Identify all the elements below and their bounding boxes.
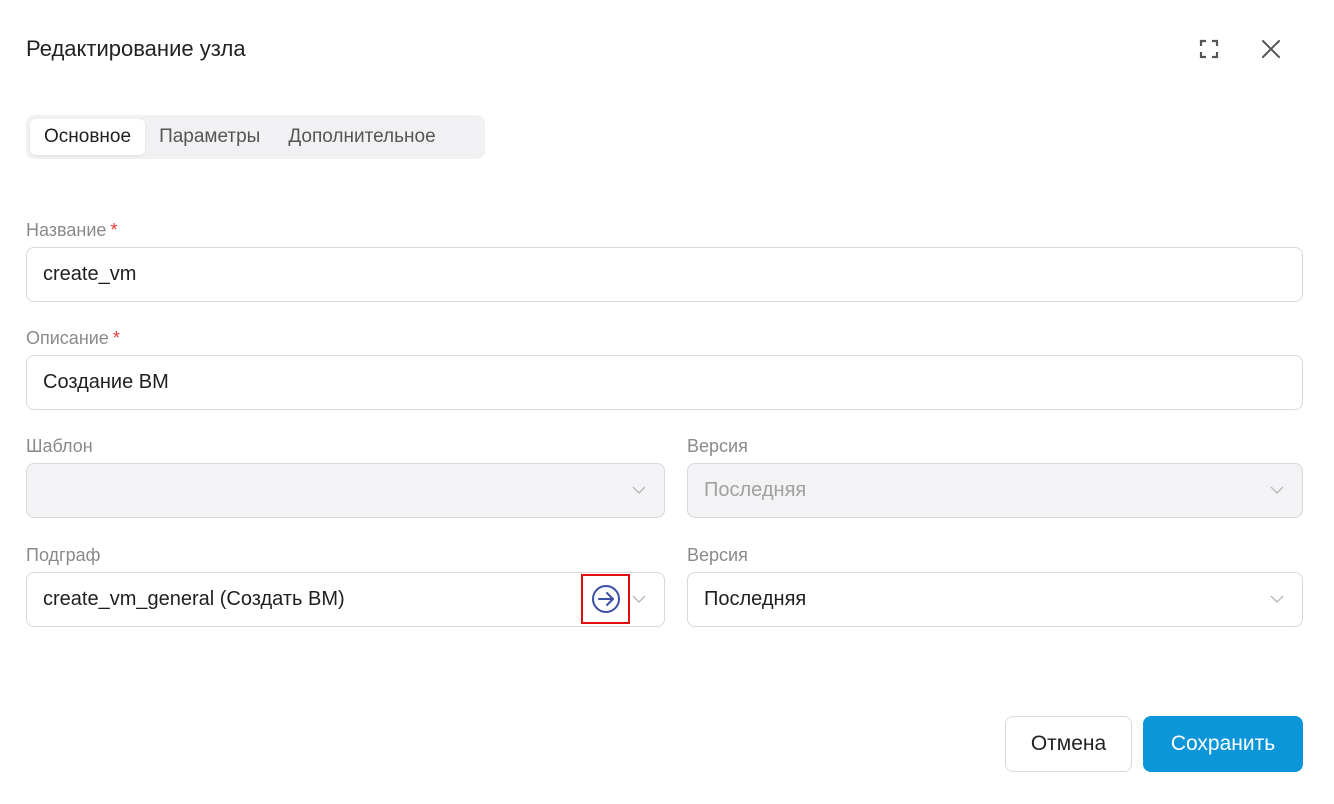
template-version-value: Последняя [704, 479, 807, 501]
description-label: Описание * [26, 328, 120, 349]
required-mark: * [112, 328, 120, 348]
subgraph-select[interactable]: create_vm_general (Создать ВМ) [26, 572, 665, 627]
required-mark: * [110, 220, 118, 240]
name-input[interactable]: create_vm [26, 247, 1303, 302]
description-input-value: Создание ВМ [43, 371, 169, 393]
name-label-text: Название [26, 220, 107, 240]
description-label-text: Описание [26, 328, 109, 348]
template-select [26, 463, 665, 518]
cancel-button[interactable]: Отмена [1005, 716, 1132, 772]
chevron-down-icon [1270, 595, 1284, 603]
open-subgraph-button[interactable] [581, 574, 630, 624]
subgraph-version-label: Версия [687, 545, 748, 565]
tab-additional[interactable]: Дополнительное [274, 119, 449, 155]
close-icon [1262, 40, 1280, 58]
save-button[interactable]: Сохранить [1143, 716, 1303, 772]
subgraph-label: Подграф [26, 545, 101, 565]
template-label: Шаблон [26, 436, 93, 456]
subgraph-version-select[interactable]: Последняя [687, 572, 1303, 627]
chevron-down-icon [632, 486, 646, 494]
tab-main[interactable]: Основное [30, 119, 146, 155]
expand-icon [1199, 39, 1219, 59]
chevron-down-icon [1270, 486, 1284, 494]
chevron-down-icon [632, 595, 646, 603]
tab-bar: Основное Параметры Дополнительное [26, 115, 485, 159]
template-version-select: Последняя [687, 463, 1303, 518]
description-input[interactable]: Создание ВМ [26, 355, 1303, 410]
arrow-right-circle-icon [591, 585, 620, 613]
dialog-title: Редактирование узла [26, 36, 246, 61]
subgraph-version-value: Последняя [704, 588, 807, 610]
tab-parameters[interactable]: Параметры [145, 119, 274, 155]
name-label: Название * [26, 220, 117, 241]
expand-button[interactable] [1194, 34, 1224, 64]
close-button[interactable] [1256, 34, 1286, 64]
name-input-value: create_vm [43, 263, 137, 285]
template-version-label: Версия [687, 436, 748, 456]
subgraph-select-value: create_vm_general (Создать ВМ) [43, 588, 345, 610]
